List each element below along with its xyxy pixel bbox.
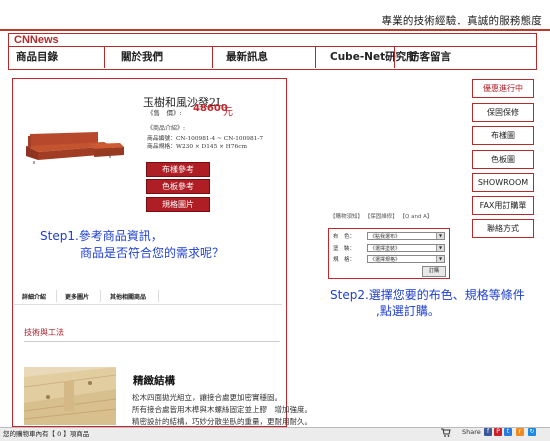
feature-line-1: 松木四面拋光組立，讓接合處更加密實穩固。 [132, 393, 282, 402]
nav-box [8, 33, 537, 70]
feature-title: 精緻結構 [133, 375, 175, 387]
spec-label: 規 格： [333, 257, 356, 263]
tab-separator [56, 290, 57, 302]
intro-label: 《商品介紹》: [147, 125, 186, 132]
twitter-icon[interactable]: t [504, 428, 512, 436]
nav-divider [8, 46, 537, 47]
cart-icon[interactable] [441, 428, 451, 437]
warranty-link[interactable]: 保固保修 [472, 103, 534, 122]
spec-value: 《選擇規格》 [370, 257, 401, 263]
section-divider [24, 341, 280, 342]
chevron-down-icon: ▼ [436, 245, 444, 251]
tab-separator [100, 290, 101, 302]
slogan: 專業的技術經驗．真誠的服務態度 [381, 15, 542, 27]
showroom-link[interactable]: SHOWROOM [472, 173, 534, 192]
spec-image-button[interactable]: 規格圖片 [146, 197, 210, 212]
fabric-color-select[interactable]: 《點我選布》 ▼ [367, 232, 445, 240]
step1-annotation: Step1.參考商品資訊， [40, 229, 163, 243]
nav-separator [315, 47, 316, 68]
nav-about[interactable]: 關於我們 [121, 49, 163, 65]
color-sample-button[interactable]: 色板參考 [146, 179, 210, 194]
section-title: 技術與工法 [24, 328, 64, 337]
step2-annotation: Step2.選擇您要的布色、規格等條件 [330, 288, 525, 302]
product-size: 商品規格：W230 × D145 × H76cm [147, 144, 247, 150]
fabric-sample-button[interactable]: 布樣參考 [146, 162, 210, 177]
fabric-color-value: 《點我選布》 [370, 234, 401, 240]
fabric-color-label: 布 色： [333, 234, 356, 240]
order-button[interactable]: 訂購 [422, 266, 446, 277]
contact-link[interactable]: 聯絡方式 [472, 219, 534, 238]
tab-details[interactable]: 詳細介紹 [22, 292, 46, 301]
spec-select[interactable]: 《選擇規格》 ▼ [367, 255, 445, 263]
plurk-icon[interactable]: P [494, 428, 502, 436]
tab-more-images[interactable]: 更多圖片 [65, 292, 89, 301]
step1-annotation-line2: 商品是否符合您的需求呢？ [80, 246, 225, 260]
nav-research[interactable]: Cube-Net研究所 [330, 49, 417, 65]
finish-select[interactable]: 《選擇塗裝》 ▼ [367, 244, 445, 252]
tab-related[interactable]: 其他相關商品 [110, 292, 146, 301]
cart-status: 您的購物車內有【 0 】項商品 [3, 430, 90, 438]
nav-catalog[interactable]: 商品目錄 [16, 49, 58, 65]
tab-separator [158, 290, 159, 302]
nav-separator [104, 47, 105, 68]
nav-news[interactable]: 最新訊息 [226, 49, 268, 65]
sofa-image [20, 112, 130, 176]
chevron-down-icon: ▼ [436, 233, 444, 239]
color-chart-link[interactable]: 色板圖 [472, 150, 534, 169]
rss-icon[interactable]: r [516, 428, 524, 436]
feature-line-3: 精密設計的結構，巧妙分散坐臥的重量，更耐用耐久。 [132, 417, 312, 426]
wood-structure-image [24, 367, 116, 425]
promo-link[interactable]: 優惠進行中 [472, 79, 534, 98]
step2-annotation-line2: ,點選訂購。 [376, 304, 440, 318]
refresh-icon[interactable]: ↻ [528, 428, 536, 436]
share-label[interactable]: Share [462, 428, 481, 436]
feature-line-2: 所有接合處皆用木榫與木螺絲固定並上膠 增加強度。 [132, 405, 312, 414]
brand-logo[interactable]: CNNews [14, 34, 59, 46]
facebook-icon[interactable]: f [484, 428, 492, 436]
fax-order-link[interactable]: FAX用訂購單 [472, 196, 534, 215]
top-divider [0, 29, 550, 31]
fabric-chart-link[interactable]: 布樣圖 [472, 126, 534, 145]
tab-underline [14, 304, 282, 305]
price-unit: 元 [223, 107, 233, 118]
finish-label: 塗 裝： [333, 246, 356, 252]
finish-value: 《選擇塗裝》 [370, 246, 401, 252]
nav-separator [394, 47, 395, 68]
info-links[interactable]: 【購物須知】 【保固維修】 【Q and A】 [330, 212, 432, 220]
nav-separator [212, 47, 213, 68]
chevron-down-icon: ▼ [436, 256, 444, 262]
nav-guestbook[interactable]: 訪客留言 [409, 49, 451, 65]
price-label: 《售 價》: [147, 109, 182, 117]
